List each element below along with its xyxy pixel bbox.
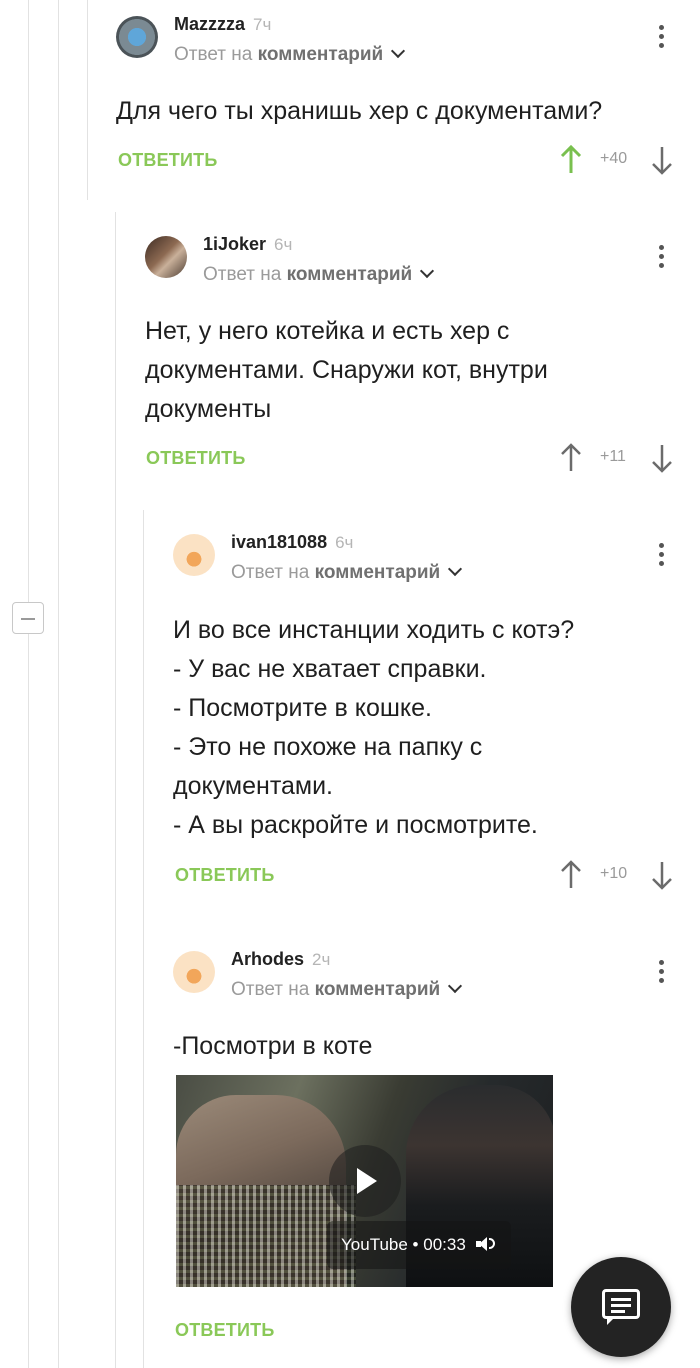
avatar[interactable] (116, 16, 158, 58)
comment-time: 2ч (312, 950, 331, 969)
avatar[interactable] (173, 534, 215, 576)
comment-text-line: И во все инстанции ходить с котэ? (173, 616, 575, 644)
score: +11 (600, 448, 626, 465)
chevron-down-icon[interactable] (448, 978, 463, 994)
comment-text-line: - Это не похоже на папку с (173, 733, 483, 761)
arrow-down-icon[interactable] (651, 145, 672, 175)
thread-line-2 (58, 0, 59, 1368)
comment-fab-button[interactable] (571, 1257, 671, 1357)
reply-prefix: Ответ на (231, 562, 310, 583)
comment-time: 6ч (274, 235, 293, 254)
ellipsis-vertical-icon[interactable] (659, 543, 665, 569)
reply-target[interactable]: комментарий (315, 979, 441, 1000)
reply-button[interactable]: ОТВЕТИТЬ (146, 448, 245, 469)
thread-line-4 (115, 212, 116, 1368)
reply-button[interactable]: ОТВЕТИТЬ (118, 150, 217, 171)
comment-text-line: Для чего ты хранишь хер с документами? (116, 97, 603, 125)
username[interactable]: 1iJoker (203, 234, 266, 254)
chevron-down-icon[interactable] (448, 561, 463, 577)
reply-prefix: Ответ на (203, 264, 282, 285)
comment-text: Нет, у него котейка и есть хер с докумен… (145, 312, 548, 429)
comment-text-line: документы (145, 395, 272, 423)
video-separator: • (412, 1235, 419, 1254)
comment-author[interactable]: Mazzzza 7ч (174, 14, 271, 35)
comment-author[interactable]: ivan181088 6ч (231, 532, 353, 553)
reply-to-link[interactable]: Ответ на комментарий (231, 978, 463, 1001)
thread-line-1 (28, 0, 29, 1368)
thread-line-5 (143, 510, 144, 1368)
comment-icon (602, 1289, 640, 1319)
comment-text-line: - Посмотрите в кошке. (173, 694, 432, 722)
thread-line-3 (87, 0, 88, 200)
collapse-icon[interactable] (12, 602, 44, 634)
ellipsis-vertical-icon[interactable] (659, 960, 665, 986)
comment-text-line: - У вас не хватает справки. (173, 655, 487, 683)
arrow-down-icon[interactable] (651, 860, 672, 890)
comment-text-line: -Посмотри в коте (173, 1032, 373, 1060)
reply-button[interactable]: ОТВЕТИТЬ (175, 865, 274, 886)
comment-time: 7ч (253, 15, 272, 34)
comment-author[interactable]: Arhodes 2ч (231, 949, 330, 970)
comment-text-line: документами. Снаружи кот, внутри (145, 356, 548, 384)
arrow-up-icon[interactable] (560, 145, 582, 175)
arrow-down-icon[interactable] (651, 443, 672, 473)
avatar[interactable] (173, 951, 215, 993)
comment-text-line: Нет, у него котейка и есть хер с (145, 317, 510, 345)
reply-prefix: Ответ на (174, 44, 253, 65)
arrow-up-icon[interactable] (560, 443, 581, 473)
score: +10 (600, 865, 628, 882)
score: +40 (600, 150, 628, 167)
ellipsis-vertical-icon[interactable] (659, 25, 665, 51)
video-source: YouTube (341, 1235, 408, 1254)
video-embed[interactable]: YouTube • 00:33 (176, 1075, 553, 1287)
comment-text: -Посмотри в коте (173, 1027, 372, 1066)
comment-text-line: - А вы раскройте и посмотрите. (173, 811, 538, 839)
play-icon[interactable] (329, 1145, 401, 1217)
comment-text: Для чего ты хранишь хер с документами? (116, 92, 602, 131)
username[interactable]: Arhodes (231, 949, 304, 969)
reply-target[interactable]: комментарий (287, 264, 413, 285)
volume-icon[interactable] (475, 1237, 496, 1251)
username[interactable]: ivan181088 (231, 532, 327, 552)
chevron-down-icon[interactable] (420, 263, 435, 279)
reply-target[interactable]: комментарий (315, 562, 441, 583)
reply-to-link[interactable]: Ответ на комментарий (174, 43, 406, 66)
comment-time: 6ч (335, 533, 354, 552)
reply-button[interactable]: ОТВЕТИТЬ (175, 1320, 274, 1341)
arrow-up-icon[interactable] (560, 860, 581, 890)
video-info-bar: YouTube • 00:33 (327, 1221, 511, 1269)
comment-author[interactable]: 1iJoker 6ч (203, 234, 292, 255)
comment-text: И во все инстанции ходить с котэ? - У ва… (173, 611, 574, 845)
video-duration: 00:33 (423, 1235, 466, 1254)
reply-to-link[interactable]: Ответ на комментарий (203, 263, 435, 286)
comment-text-line: документами. (173, 772, 333, 800)
username[interactable]: Mazzzza (174, 14, 245, 34)
ellipsis-vertical-icon[interactable] (659, 245, 665, 271)
reply-prefix: Ответ на (231, 979, 310, 1000)
avatar[interactable] (145, 236, 187, 278)
reply-target[interactable]: комментарий (258, 44, 384, 65)
chevron-down-icon[interactable] (391, 43, 406, 59)
comment-icon-tail (607, 1317, 615, 1325)
reply-to-link[interactable]: Ответ на комментарий (231, 561, 463, 584)
